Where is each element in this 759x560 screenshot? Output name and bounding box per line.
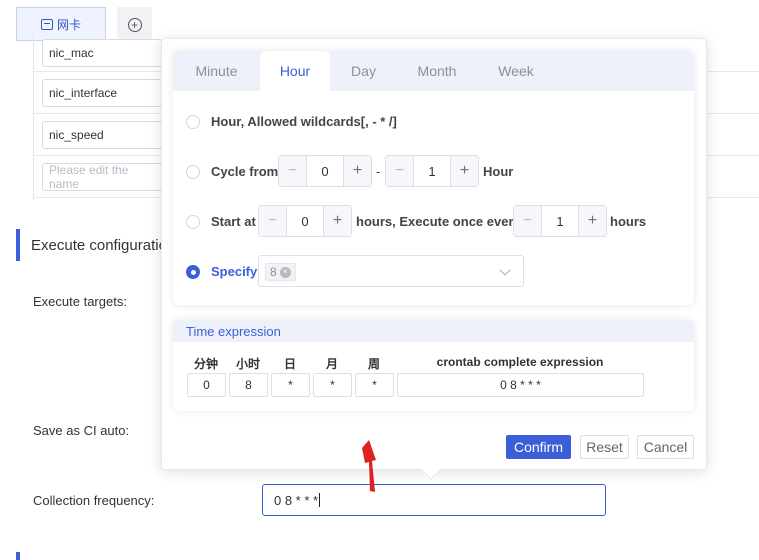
column-header-complete: crontab complete expression: [436, 355, 604, 369]
start-at-value[interactable]: 0: [287, 206, 323, 236]
start-suffix-label: hours: [610, 214, 647, 229]
cycle-from-stepper[interactable]: − 0 +: [278, 155, 372, 187]
week-value: *: [355, 373, 394, 397]
every-hours-value[interactable]: 1: [542, 206, 578, 236]
cycle-dash: -: [376, 164, 381, 179]
increment-button[interactable]: +: [343, 156, 371, 186]
radio-start-at[interactable]: [186, 215, 200, 229]
section-accent-bar: [16, 552, 20, 560]
specify-option-label: Specify: [211, 264, 258, 279]
wildcard-option-label: Hour, Allowed wildcards[, - * /]: [211, 114, 397, 129]
reset-button[interactable]: Reset: [580, 435, 629, 459]
tab-minute[interactable]: Minute: [173, 51, 260, 91]
field-name-input[interactable]: nic_mac: [42, 39, 162, 67]
text-caret: [319, 493, 321, 507]
chevron-down-icon: [499, 264, 511, 276]
field-name-input[interactable]: nic_speed: [42, 121, 162, 149]
column-header-month: 月: [325, 357, 338, 371]
tab-hour[interactable]: Hour: [260, 51, 330, 91]
hour-value: 8: [229, 373, 268, 397]
network-card-icon: [40, 18, 53, 30]
cycle-suffix-label: Hour: [483, 164, 514, 179]
start-prefix-label: Start at: [211, 214, 256, 229]
cycle-to-stepper[interactable]: − 1 +: [385, 155, 479, 187]
cycle-to-value[interactable]: 1: [414, 156, 450, 186]
save-as-ci-label: Save as CI auto:: [33, 423, 130, 438]
close-icon[interactable]: ×: [279, 266, 291, 278]
increment-button[interactable]: +: [578, 206, 606, 236]
day-value: *: [271, 373, 310, 397]
tab-day[interactable]: Day: [330, 51, 397, 91]
time-expression-title: Time expression: [173, 320, 694, 342]
minute-value: 0: [187, 373, 226, 397]
section-accent-bar: [16, 229, 20, 261]
column-header-day: 日: [283, 357, 296, 371]
decrement-button[interactable]: −: [386, 156, 414, 186]
collection-frequency-value: 0 8 * * *: [274, 492, 319, 508]
field-name-input[interactable]: nic_interface: [42, 79, 162, 107]
column-header-hour: 小时: [235, 357, 260, 371]
annotation-arrow-icon: [362, 440, 376, 492]
cron-tabs: Minute Hour Day Month Week: [173, 51, 694, 91]
collection-frequency-label: Collection frequency:: [33, 493, 155, 508]
radio-cycle[interactable]: [186, 165, 200, 179]
cancel-button[interactable]: Cancel: [637, 435, 694, 459]
decrement-button[interactable]: −: [514, 206, 542, 236]
section-title: Execute configuration: [31, 237, 176, 254]
month-value: *: [313, 373, 352, 397]
tab-month[interactable]: Month: [397, 51, 477, 91]
cycle-from-value[interactable]: 0: [307, 156, 343, 186]
every-hours-stepper[interactable]: − 1 +: [513, 205, 607, 237]
tab-week[interactable]: Week: [477, 51, 555, 91]
specify-hours-select[interactable]: 8 ×: [258, 255, 524, 287]
cycle-prefix-label: Cycle from: [211, 164, 279, 179]
column-header-week: 周: [367, 357, 380, 371]
increment-button[interactable]: +: [323, 206, 351, 236]
radio-specify[interactable]: [186, 265, 200, 279]
start-at-stepper[interactable]: − 0 +: [258, 205, 352, 237]
field-name-input[interactable]: Please edit the name: [42, 163, 162, 191]
collection-frequency-input[interactable]: 0 8 * * *: [262, 484, 606, 516]
selected-tag: 8 ×: [265, 263, 296, 281]
start-middle-label: hours, Execute once every: [356, 214, 521, 229]
confirm-button[interactable]: Confirm: [506, 435, 571, 459]
decrement-button[interactable]: −: [279, 156, 307, 186]
execute-targets-label: Execute targets:: [33, 294, 127, 309]
time-expression-card: Time expression 分钟 小时 日 月 周 crontab comp…: [173, 320, 694, 411]
selected-tag-label: 8: [270, 265, 277, 279]
column-header-minute: 分钟: [193, 357, 218, 371]
increment-button[interactable]: +: [450, 156, 478, 186]
complete-expression-value: 0 8 * * *: [397, 373, 644, 397]
decrement-button[interactable]: −: [259, 206, 287, 236]
radio-wildcard[interactable]: [186, 115, 200, 129]
